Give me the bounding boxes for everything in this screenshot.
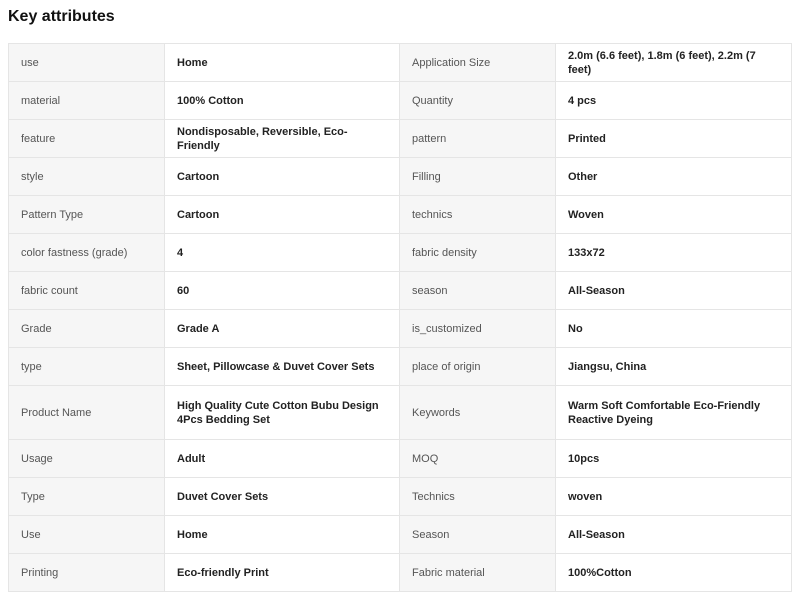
table-row: Product Name High Quality Cute Cotton Bu…: [8, 385, 792, 440]
attribute-value: Cartoon: [164, 157, 400, 196]
table-row: Pattern Type Cartoon technics Woven: [8, 195, 792, 234]
attribute-label: season: [399, 271, 556, 310]
attribute-label: color fastness (grade): [8, 233, 165, 272]
attributes-table: use Home Application Size 2.0m (6.6 feet…: [8, 43, 792, 592]
attribute-value: Nondisposable, Reversible, Eco-Friendly: [164, 119, 400, 158]
attribute-value: 133x72: [555, 233, 792, 272]
table-row: Grade Grade A is_customized No: [8, 309, 792, 348]
attribute-label: use: [8, 43, 165, 82]
table-row: fabric count 60 season All-Season: [8, 271, 792, 310]
table-row: Usage Adult MOQ 10pcs: [8, 439, 792, 478]
attribute-value: Printed: [555, 119, 792, 158]
attribute-label: type: [8, 347, 165, 386]
attribute-value: Other: [555, 157, 792, 196]
attribute-label: Filling: [399, 157, 556, 196]
table-row: feature Nondisposable, Reversible, Eco-F…: [8, 119, 792, 158]
table-row: material 100% Cotton Quantity 4 pcs: [8, 81, 792, 120]
attribute-label: fabric density: [399, 233, 556, 272]
attribute-value: Sheet, Pillowcase & Duvet Cover Sets: [164, 347, 400, 386]
attribute-label: style: [8, 157, 165, 196]
attribute-value: Home: [164, 43, 400, 82]
attribute-value: Adult: [164, 439, 400, 478]
attribute-value: 10pcs: [555, 439, 792, 478]
attribute-label: Type: [8, 477, 165, 516]
attribute-value: Jiangsu, China: [555, 347, 792, 386]
attribute-value: Grade A: [164, 309, 400, 348]
attribute-label: technics: [399, 195, 556, 234]
attribute-value: woven: [555, 477, 792, 516]
attribute-value: 2.0m (6.6 feet), 1.8m (6 feet), 2.2m (7 …: [555, 43, 792, 82]
attribute-value: 4 pcs: [555, 81, 792, 120]
attribute-label: place of origin: [399, 347, 556, 386]
attribute-value: 60: [164, 271, 400, 310]
attribute-label: Usage: [8, 439, 165, 478]
attribute-label: Application Size: [399, 43, 556, 82]
attribute-value: Eco-friendly Print: [164, 553, 400, 592]
attribute-value: All-Season: [555, 515, 792, 554]
key-attributes-page: Key attributes use Home Application Size…: [0, 0, 799, 607]
attribute-label: MOQ: [399, 439, 556, 478]
table-row: use Home Application Size 2.0m (6.6 feet…: [8, 43, 792, 82]
attribute-value: 4: [164, 233, 400, 272]
attribute-label: material: [8, 81, 165, 120]
table-row: color fastness (grade) 4 fabric density …: [8, 233, 792, 272]
attribute-label: pattern: [399, 119, 556, 158]
attribute-label: Quantity: [399, 81, 556, 120]
attribute-label: fabric count: [8, 271, 165, 310]
attribute-value: High Quality Cute Cotton Bubu Design 4Pc…: [164, 385, 400, 440]
attribute-label: Fabric material: [399, 553, 556, 592]
section-title: Key attributes: [8, 8, 115, 25]
table-row: style Cartoon Filling Other: [8, 157, 792, 196]
attribute-value: All-Season: [555, 271, 792, 310]
attribute-label: Product Name: [8, 385, 165, 440]
attribute-value: 100%Cotton: [555, 553, 792, 592]
attribute-label: is_customized: [399, 309, 556, 348]
attribute-value: Warm Soft Comfortable Eco-Friendly React…: [555, 385, 792, 440]
attribute-label: Technics: [399, 477, 556, 516]
attribute-label: Use: [8, 515, 165, 554]
attribute-value: No: [555, 309, 792, 348]
table-row: Use Home Season All-Season: [8, 515, 792, 554]
attribute-label: Printing: [8, 553, 165, 592]
attribute-value: Woven: [555, 195, 792, 234]
table-row: type Sheet, Pillowcase & Duvet Cover Set…: [8, 347, 792, 386]
attribute-label: feature: [8, 119, 165, 158]
table-row: Printing Eco-friendly Print Fabric mater…: [8, 553, 792, 592]
attribute-value: Cartoon: [164, 195, 400, 234]
attribute-value: Duvet Cover Sets: [164, 477, 400, 516]
attribute-value: Home: [164, 515, 400, 554]
attribute-label: Season: [399, 515, 556, 554]
attribute-label: Keywords: [399, 385, 556, 440]
attribute-value: 100% Cotton: [164, 81, 400, 120]
attribute-label: Grade: [8, 309, 165, 348]
attribute-label: Pattern Type: [8, 195, 165, 234]
table-row: Type Duvet Cover Sets Technics woven: [8, 477, 792, 516]
